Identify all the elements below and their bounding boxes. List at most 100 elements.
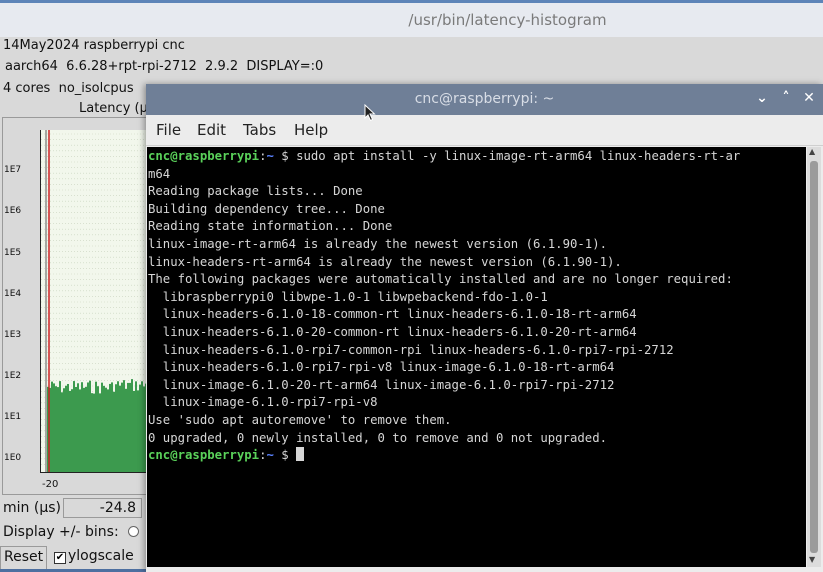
histogram-bar xyxy=(75,386,77,472)
histogram-bar xyxy=(115,384,117,472)
histogram-bar xyxy=(51,381,53,472)
histogram-bar xyxy=(93,393,95,472)
prompt-symbol: $ xyxy=(273,448,297,463)
terminal-menubar: File Edit Tabs Help xyxy=(146,115,823,146)
terminal-scrollbar[interactable]: ▲ ▼ xyxy=(807,147,821,567)
host-info-line: 14May2024 raspberrypi cnc xyxy=(3,38,185,53)
scroll-up-arrow-icon[interactable]: ▲ xyxy=(809,147,815,156)
histogram-bar xyxy=(119,385,121,472)
histogram-bar xyxy=(133,390,135,472)
y-tick-label: 1E2 xyxy=(4,371,22,381)
ylogscale-label: ylogscale xyxy=(68,548,134,564)
y-tick-label: 1E5 xyxy=(4,248,22,258)
y-tick-label: 1E3 xyxy=(4,330,22,340)
histogram-bar xyxy=(69,390,71,472)
histogram-bar xyxy=(113,391,115,472)
histogram-bar xyxy=(53,383,55,472)
menu-help[interactable]: Help xyxy=(294,121,328,139)
output-line: Reading state information... Done xyxy=(148,219,393,234)
terminal-title: cnc@raspberrypi: ~ xyxy=(414,91,555,107)
output-line: Building dependency tree... Done xyxy=(148,201,385,216)
histogram-bar xyxy=(73,381,75,472)
desktop-top-strip xyxy=(0,0,823,3)
scrollbar-thumb[interactable] xyxy=(810,161,818,553)
ylogscale-checkbox[interactable]: ✔ xyxy=(54,552,66,564)
maximize-button[interactable]: ˄ xyxy=(778,90,794,106)
y-tick-label: 1E6 xyxy=(4,206,22,216)
histogram-bar xyxy=(139,384,141,472)
histogram-bar xyxy=(121,382,123,472)
histogram-bar xyxy=(55,386,57,472)
prompt-symbol: $ xyxy=(273,149,297,163)
cpu-info-line: 4 cores no_isolcpus xyxy=(3,81,134,96)
minimize-button[interactable]: ⌄ xyxy=(754,90,770,106)
histogram-bar xyxy=(89,380,91,472)
histogram-bar xyxy=(59,381,61,472)
histogram-bar xyxy=(101,382,103,472)
histogram-bar xyxy=(95,381,97,472)
output-line: linux-headers-6.1.0-18-common-rt linux-h… xyxy=(148,307,637,322)
min-latency-value: -24.8 xyxy=(63,498,142,518)
output-line: 0 upgraded, 0 newly installed, 0 to remo… xyxy=(148,430,608,445)
output-line: linux-headers-6.1.0-20-common-rt linux-h… xyxy=(148,324,637,339)
y-tick-label: 1E0 xyxy=(4,453,22,463)
terminal-output-area[interactable]: cnc@raspberrypi:~ $ sudo apt install -y … xyxy=(147,147,806,567)
output-line: libraspberrypi0 libwpe-1.0-1 libwpebacke… xyxy=(148,289,548,304)
output-line: linux-headers-rt-arm64 is already the ne… xyxy=(148,254,622,269)
terminal-titlebar[interactable]: cnc@raspberrypi: ~ ⌄ ˄ ✕ xyxy=(146,84,823,115)
histogram-bar xyxy=(127,382,129,472)
bins-radio-button[interactable] xyxy=(128,526,139,537)
scroll-down-arrow-icon[interactable]: ▼ xyxy=(809,555,815,564)
histogram-bar xyxy=(67,383,69,472)
histogram-window-title: /usr/bin/latency-histogram xyxy=(408,11,607,29)
histogram-bar xyxy=(107,389,109,472)
command-text: sudo apt install -y linux-image-rt-arm64… xyxy=(296,149,741,163)
histogram-bar xyxy=(63,388,65,472)
menu-tabs[interactable]: Tabs xyxy=(243,121,276,139)
histogram-bar xyxy=(71,389,73,472)
output-line: linux-image-rt-arm64 is already the newe… xyxy=(148,236,608,251)
kernel-info-line: aarch64 6.6.28+rpt-rpi-2712 2.9.2 DISPLA… xyxy=(5,59,324,74)
text-cursor xyxy=(296,447,305,462)
histogram-bar xyxy=(81,382,83,472)
close-button[interactable]: ✕ xyxy=(801,90,817,106)
command-wrap-text: m64 xyxy=(148,166,171,181)
y-tick-label: 1E7 xyxy=(4,165,22,175)
min-latency-label: min (µs) xyxy=(3,500,61,516)
histogram-bar xyxy=(109,383,111,472)
menu-edit[interactable]: Edit xyxy=(197,121,226,139)
prompt-path: ~ xyxy=(266,448,274,463)
output-line: Reading package lists... Done xyxy=(148,184,363,199)
display-bins-label: Display +/- bins: xyxy=(3,524,119,540)
histogram-bar xyxy=(57,387,59,472)
histogram-bar xyxy=(129,382,131,472)
output-line: linux-headers-6.1.0-rpi7-rpi-v8 linux-im… xyxy=(148,360,615,375)
output-line: Use 'sudo apt autoremove' to remove them… xyxy=(148,412,452,427)
histogram-bar xyxy=(97,386,99,472)
output-line: linux-image-6.1.0-20-rt-arm64 linux-imag… xyxy=(148,377,615,392)
terminal-text: cnc@raspberrypi:~ $ sudo apt install -y … xyxy=(148,148,740,465)
histogram-bar xyxy=(137,390,139,472)
histogram-bar xyxy=(77,383,79,472)
output-line: linux-headers-6.1.0-rpi7-common-rpi linu… xyxy=(148,342,674,357)
menu-file[interactable]: File xyxy=(156,121,181,139)
latency-plot-title: Latency (µ xyxy=(79,101,148,116)
histogram-bar xyxy=(111,382,113,472)
prompt-user: cnc@raspberrypi xyxy=(148,149,260,163)
terminal-window[interactable]: cnc@raspberrypi: ~ ⌄ ˄ ✕ File Edit Tabs … xyxy=(146,84,823,572)
histogram-bar xyxy=(143,386,145,472)
histogram-bar xyxy=(65,385,67,472)
reset-button[interactable]: Reset xyxy=(0,546,48,570)
histogram-bar xyxy=(85,386,87,472)
x-tick-label: -20 xyxy=(42,479,59,490)
histogram-bar xyxy=(125,388,127,472)
prompt-user: cnc@raspberrypi xyxy=(148,448,260,463)
y-tick-label: 1E1 xyxy=(4,412,22,422)
output-line: linux-image-6.1.0-rpi7-rpi-v8 xyxy=(148,395,378,410)
histogram-bar xyxy=(91,393,93,472)
latency-histogram-graphic xyxy=(41,130,149,472)
histogram-bar xyxy=(87,382,89,472)
output-line: The following packages were automaticall… xyxy=(148,272,733,287)
histogram-bar xyxy=(79,389,81,472)
mouse-pointer-icon xyxy=(364,104,376,122)
